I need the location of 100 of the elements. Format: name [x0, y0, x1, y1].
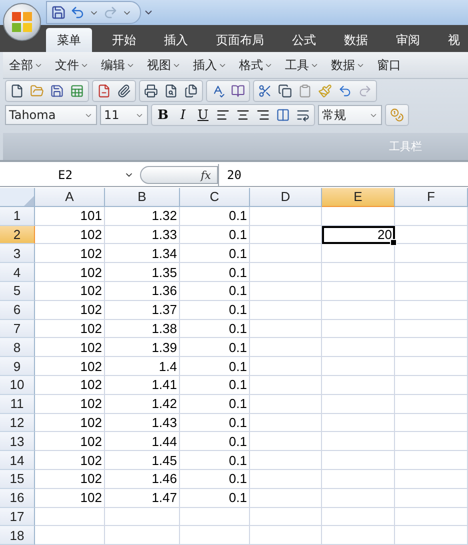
table-cell: 102	[35, 263, 105, 282]
ribbon-tab[interactable]: 页面布局	[205, 28, 275, 52]
formula-input[interactable]: 20	[227, 168, 242, 182]
row-header[interactable]: 7	[0, 320, 35, 338]
table-cell: 102	[35, 488, 105, 508]
menu-item[interactable]: 数据	[329, 56, 367, 74]
table-cell: 102	[35, 451, 105, 470]
corner-triangle-icon	[24, 196, 34, 206]
row-header[interactable]: 1	[0, 206, 35, 226]
undo-icon[interactable]	[70, 5, 85, 20]
table-cell: 0.1	[180, 282, 250, 301]
table-cell: 1.34	[105, 244, 180, 264]
empty-cell	[250, 508, 322, 526]
row-header[interactable]: 15	[0, 470, 35, 489]
table-cell: 102	[35, 376, 105, 395]
column-header[interactable]: C	[180, 188, 250, 207]
menu-item[interactable]: 工具	[283, 56, 321, 74]
table-cell: 1.43	[105, 414, 180, 432]
table-cell: 0.1	[180, 357, 250, 376]
ribbon-tab[interactable]: 公式	[281, 28, 327, 52]
ribbon-tab[interactable]: 视	[437, 28, 468, 52]
underline-button[interactable]: U	[193, 106, 213, 124]
empty-cell	[250, 451, 322, 470]
table-cell: 0.1	[180, 206, 250, 226]
table-cell: 102	[35, 300, 105, 320]
menu-item[interactable]: 编辑	[99, 56, 137, 74]
column-header[interactable]: F	[395, 188, 468, 207]
row-header[interactable]: 5	[0, 282, 35, 301]
row-header[interactable]: 13	[0, 432, 35, 452]
ribbon-tab[interactable]: 菜单	[46, 28, 92, 52]
menu-item[interactable]: 视图	[145, 56, 183, 74]
font-dropdown[interactable]: Tahoma	[5, 105, 97, 125]
save-icon[interactable]	[51, 5, 66, 20]
table-cell: 1.41	[105, 376, 180, 395]
table-cell: 1.47	[105, 488, 180, 508]
empty-cell	[250, 226, 322, 244]
table-cell: 1.44	[105, 432, 180, 452]
row-header[interactable]: 14	[0, 451, 35, 470]
table-cell: 1.37	[105, 300, 180, 320]
active-cell: 20	[322, 226, 395, 244]
empty-cell	[250, 338, 322, 358]
empty-cell	[250, 244, 322, 264]
ribbon-tab[interactable]: 审阅	[385, 28, 431, 52]
empty-cell	[250, 394, 322, 414]
menu-item[interactable]: 全部	[7, 56, 45, 74]
bold-button[interactable]: B	[153, 106, 173, 124]
ribbon-tab[interactable]: 插入	[153, 28, 199, 52]
column-header[interactable]: D	[250, 188, 322, 207]
table-cell: 1.38	[105, 320, 180, 338]
table-cell: 101	[35, 206, 105, 226]
row-header[interactable]: 17	[0, 508, 35, 526]
font-size-dropdown[interactable]: 11	[100, 105, 148, 125]
table-cell: 0.1	[180, 451, 250, 470]
table-cell: 0.1	[180, 300, 250, 320]
row-header[interactable]: 2	[0, 226, 35, 244]
column-header[interactable]: B	[105, 188, 180, 207]
menu-item[interactable]: 格式	[237, 56, 275, 74]
row-header[interactable]: 6	[0, 300, 35, 320]
table-cell: 0.1	[180, 432, 250, 452]
column-header[interactable]: E	[322, 188, 395, 207]
ribbon-tab[interactable]: 开始	[101, 28, 147, 52]
table-cell: 102	[35, 470, 105, 489]
table-cell: 1.42	[105, 394, 180, 414]
number-format-dropdown[interactable]: 常规	[318, 105, 382, 125]
menu-item[interactable]: 窗口	[375, 56, 403, 74]
row-header[interactable]: 11	[0, 394, 35, 414]
table-cell: 0.1	[180, 470, 250, 489]
empty-cell	[180, 526, 250, 545]
row-header[interactable]: 4	[0, 263, 35, 282]
empty-cell	[250, 488, 322, 508]
empty-cell	[250, 300, 322, 320]
row-header[interactable]: 9	[0, 357, 35, 376]
table-cell: 102	[35, 338, 105, 358]
table-cell: 0.1	[180, 394, 250, 414]
table-cell: 1.4	[105, 357, 180, 376]
table-cell: 0.1	[180, 320, 250, 338]
row-header[interactable]: 3	[0, 244, 35, 264]
row-header[interactable]: 16	[0, 488, 35, 508]
insert-function-button[interactable]: fx	[200, 168, 211, 182]
ribbon-tab[interactable]: 数据	[333, 28, 379, 52]
table-cell: 0.1	[180, 414, 250, 432]
column-header[interactable]: A	[35, 188, 105, 207]
row-header[interactable]: 10	[0, 376, 35, 395]
table-cell: 1.46	[105, 470, 180, 489]
table-cell: 102	[35, 226, 105, 244]
table-cell: 1.45	[105, 451, 180, 470]
empty-cell	[250, 357, 322, 376]
row-header[interactable]: 18	[0, 526, 35, 545]
row-header[interactable]: 12	[0, 414, 35, 432]
name-box[interactable]: E2	[58, 168, 72, 182]
table-cell: 102	[35, 244, 105, 264]
menu-item[interactable]: 插入	[191, 56, 229, 74]
table-cell: 1.35	[105, 263, 180, 282]
table-cell: 1.36	[105, 282, 180, 301]
row-header[interactable]: 8	[0, 338, 35, 358]
italic-button[interactable]: I	[173, 106, 193, 124]
empty-cell	[250, 206, 322, 226]
table-cell: 0.1	[180, 263, 250, 282]
empty-cell	[180, 508, 250, 526]
menu-item[interactable]: 文件	[53, 56, 91, 74]
